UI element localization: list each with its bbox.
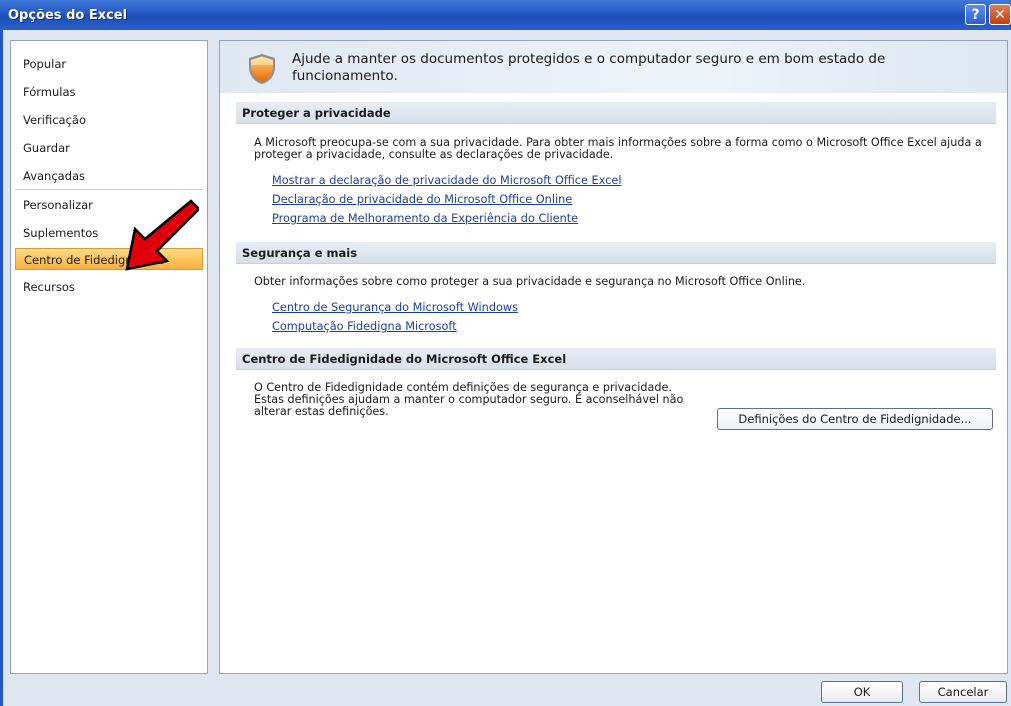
sidebar-item-recursos[interactable]: Recursos [15, 276, 203, 298]
info-banner: Ajude a manter os documentos protegidos … [220, 41, 1007, 93]
sidebar-item-formulas[interactable]: Fórmulas [15, 81, 203, 103]
shield-icon [249, 54, 275, 84]
section-heading-privacy: Proteger a privacidade [236, 102, 996, 124]
section-heading-trust-center: Centro de Fidedignidade do Microsoft Off… [236, 348, 996, 370]
ok-button[interactable]: OK [821, 681, 903, 703]
link-customer-experience-program[interactable]: Programa de Melhoramento da Experiência … [272, 212, 578, 225]
privacy-description: A Microsoft preocupa-se com a sua privac… [254, 136, 982, 161]
close-icon: ✕ [994, 6, 1006, 23]
banner-text: Ajude a manter os documentos protegidos … [292, 51, 886, 84]
red-arrow-icon [125, 199, 199, 271]
content-panel: Ajude a manter os documentos protegidos … [219, 40, 1008, 674]
link-excel-privacy-statement[interactable]: Mostrar a declaração de privacidade do M… [272, 174, 621, 187]
sidebar-item-avancadas[interactable]: Avançadas [15, 165, 203, 187]
security-description: Obter informações sobre como proteger a … [254, 275, 806, 288]
sidebar-divider [15, 189, 203, 190]
sidebar-item-verificacao[interactable]: Verificação [15, 109, 203, 131]
link-trustworthy-computing[interactable]: Computação Fidedigna Microsoft [272, 320, 457, 333]
sidebar: Popular Fórmulas Verificação Guardar Ava… [10, 40, 208, 674]
trust-center-description: O Centro de Fidedignidade contém definiç… [254, 381, 684, 418]
trust-center-settings-button[interactable]: Definições do Centro de Fidedignidade... [717, 408, 993, 430]
sidebar-item-guardar[interactable]: Guardar [15, 137, 203, 159]
title-bar: Opções do Excel ? ✕ [0, 0, 1011, 30]
link-windows-security-center[interactable]: Centro de Segurança do Microsoft Windows [272, 301, 518, 314]
cancel-button[interactable]: Cancelar [919, 681, 1007, 703]
link-office-online-privacy[interactable]: Declaração de privacidade do Microsoft O… [272, 193, 572, 206]
close-button[interactable]: ✕ [989, 4, 1011, 25]
section-heading-security: Segurança e mais [236, 242, 996, 264]
window-title: Opções do Excel [8, 7, 128, 23]
help-button[interactable]: ? [965, 4, 986, 25]
dialog-body: Popular Fórmulas Verificação Guardar Ava… [0, 30, 1011, 706]
help-icon: ? [971, 6, 980, 23]
sidebar-item-popular[interactable]: Popular [15, 53, 203, 75]
